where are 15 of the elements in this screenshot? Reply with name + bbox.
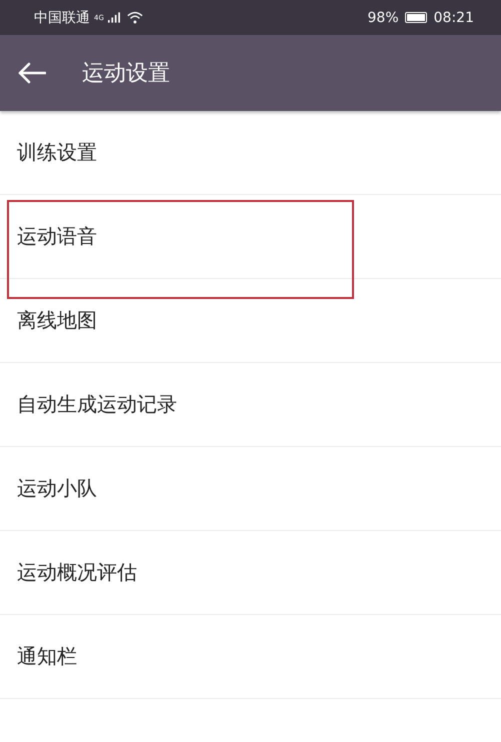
battery-icon [404, 12, 427, 23]
clock-time: 08:21 [434, 10, 474, 26]
battery-percent: 98% [368, 10, 399, 26]
settings-item[interactable]: 通知栏 [0, 615, 501, 699]
carrier-name: 中国联通 [34, 8, 90, 26]
screen-title: 运动设置 [82, 60, 170, 88]
wifi-icon [126, 11, 143, 24]
settings-item[interactable]: 运动语音 [0, 195, 501, 279]
settings-item[interactable]: 自动生成运动记录 [0, 363, 501, 447]
signal-icon [108, 12, 120, 23]
settings-item[interactable]: 训练设置 [0, 111, 501, 195]
settings-item[interactable]: 运动小队 [0, 447, 501, 531]
settings-item[interactable]: 离线地图 [0, 279, 501, 363]
settings-item[interactable]: 运动概况评估 [0, 531, 501, 615]
back-icon[interactable] [18, 62, 46, 84]
